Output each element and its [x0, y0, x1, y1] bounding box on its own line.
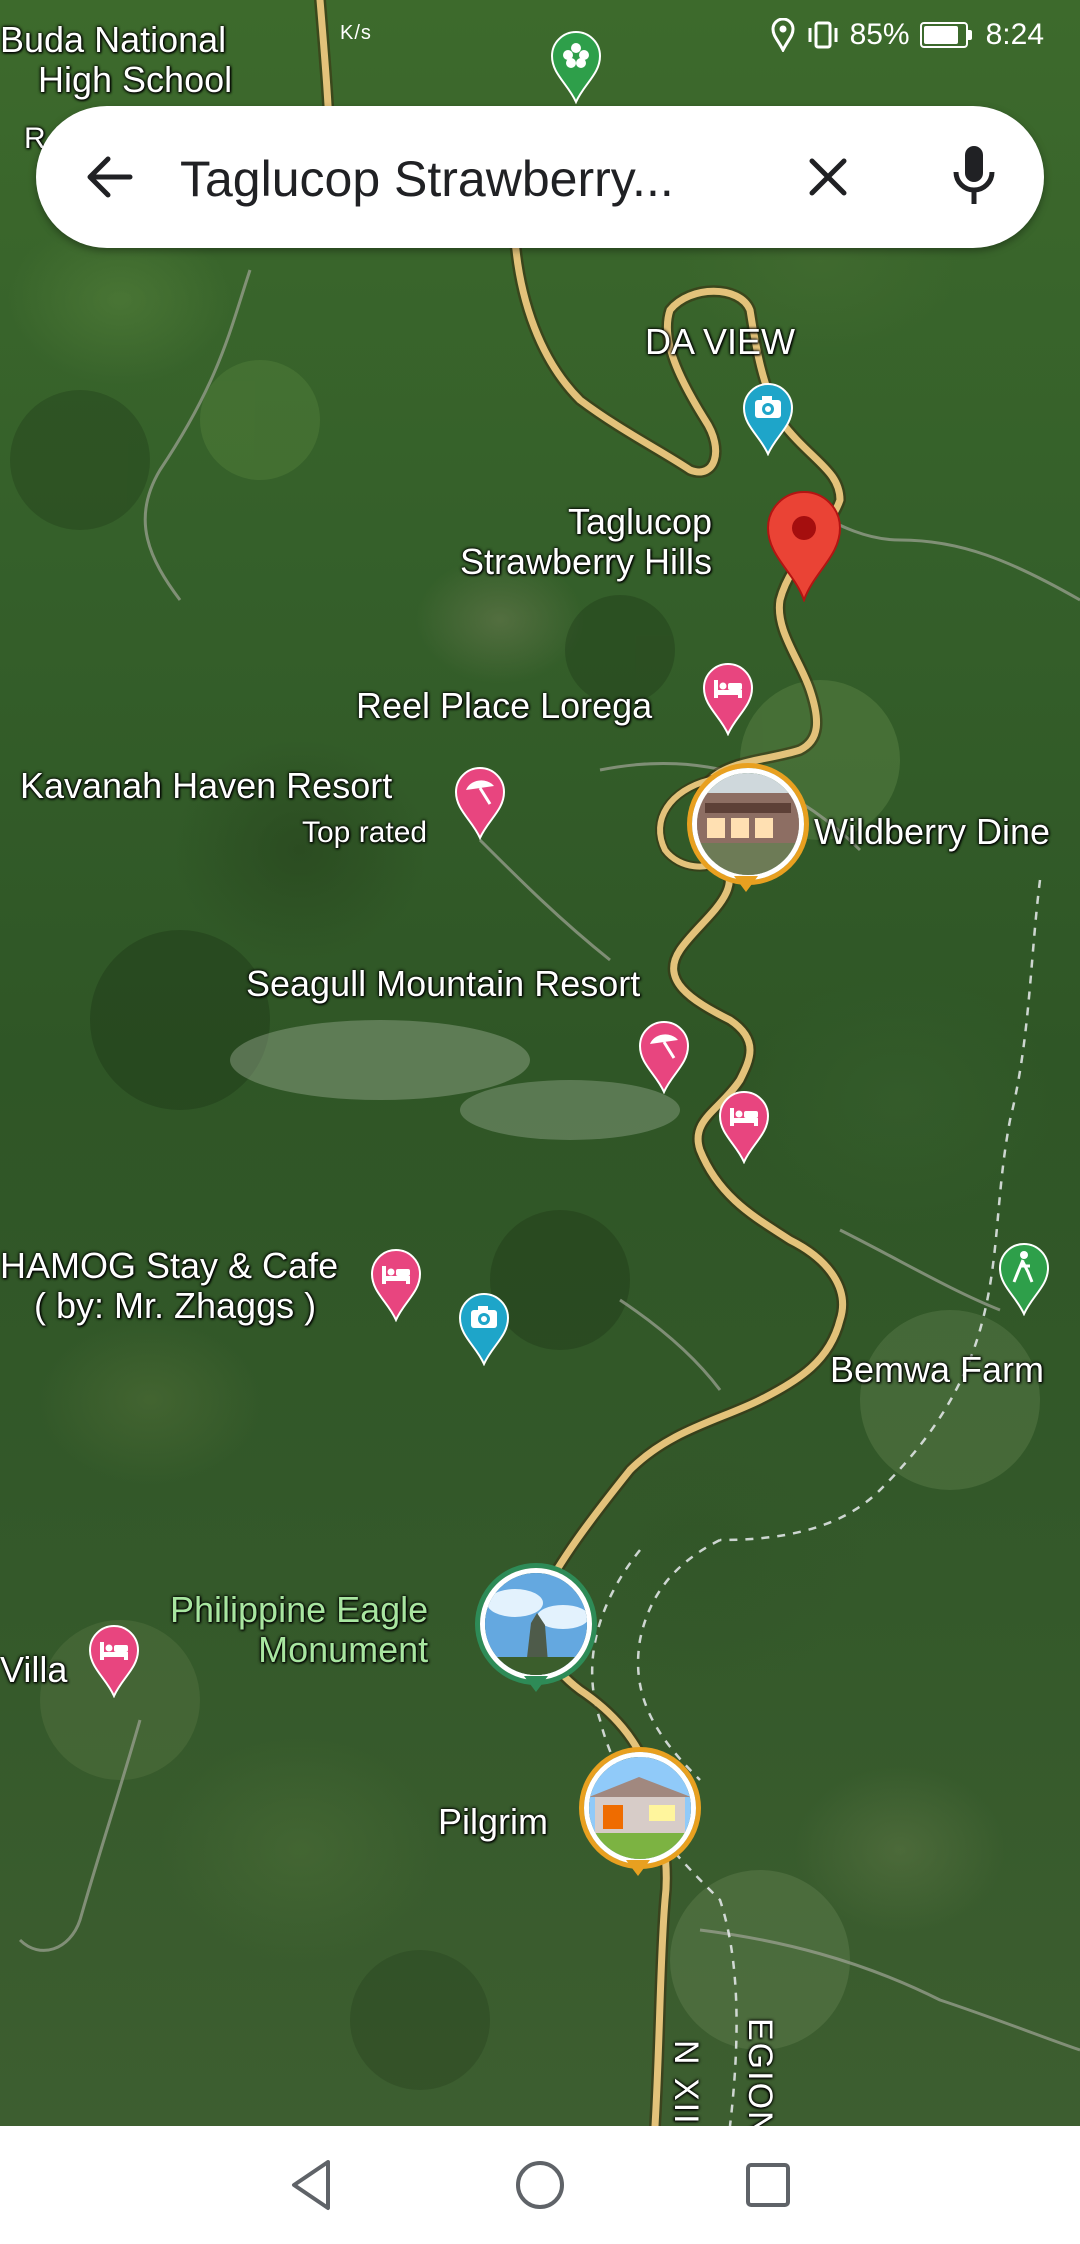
wildberry-pin-tail — [734, 876, 758, 892]
vibrate-icon — [808, 21, 838, 49]
clock: 8:24 — [985, 18, 1044, 51]
pilgrim-label[interactable]: Pilgrim — [438, 1802, 548, 1842]
hiking-pin-icon[interactable] — [996, 1240, 1052, 1316]
satellite-map[interactable]: Buda National High School R DA VIEW Tagl… — [0, 0, 1080, 2126]
da-view-label[interactable]: DA VIEW — [645, 322, 795, 362]
camera-pin-icon[interactable] — [740, 380, 796, 456]
hamog-line1: HAMOG Stay & Cafe — [0, 1245, 339, 1286]
wildberry-photo-pin[interactable] — [692, 768, 804, 880]
destination-pin-icon[interactable] — [764, 490, 844, 602]
taglucop-line2: Strawberry Hills — [460, 540, 713, 582]
resort-pin-icon[interactable] — [452, 764, 508, 840]
close-icon[interactable] — [798, 147, 858, 207]
search-query[interactable]: Taglucop Strawberry... — [180, 150, 674, 208]
back-arrow-icon[interactable] — [80, 147, 140, 207]
recents-nav-icon[interactable] — [740, 2156, 796, 2214]
restaurant-photo-icon — [697, 773, 799, 875]
location-icon — [771, 18, 795, 52]
eagle-monument-photo-pin[interactable] — [480, 1568, 592, 1680]
villa-label[interactable]: Villa — [0, 1650, 67, 1690]
status-right: 85% 8:24 — [770, 18, 1044, 52]
kavanah-label[interactable]: Kavanah Haven Resort — [20, 766, 392, 806]
wildberry-label[interactable]: Wildberry Dine — [814, 812, 1050, 852]
eagle-line1: Philippine Eagle — [170, 1589, 429, 1630]
search-bar[interactable]: Taglucop Strawberry... — [36, 106, 1044, 248]
pilgrim-pin-tail — [626, 1860, 650, 1876]
reel-place-label[interactable]: Reel Place Lorega — [356, 686, 652, 726]
taglucop-label[interactable]: Taglucop Strawberry Hills — [460, 502, 712, 581]
home-nav-icon[interactable] — [512, 2156, 568, 2214]
network-speed: K/s — [340, 22, 372, 44]
monument-photo-icon — [485, 1573, 587, 1675]
camera-pin-icon[interactable] — [456, 1290, 512, 1366]
eagle-line2: Monument — [258, 1628, 429, 1670]
eagle-pin-tail — [524, 1676, 548, 1692]
microphone-icon[interactable] — [944, 142, 1004, 212]
hotel-pin-icon[interactable] — [700, 660, 756, 736]
hotel-pin-icon[interactable] — [368, 1246, 424, 1322]
bemwa-farm-label[interactable]: Bemwa Farm — [830, 1350, 1044, 1390]
back-nav-icon[interactable] — [284, 2156, 340, 2214]
road-label-xii: N XII — [667, 2040, 705, 2126]
hamog-label[interactable]: HAMOG Stay & Cafe ( by: Mr. Zhaggs ) — [0, 1246, 338, 1325]
navigation-bar — [0, 2126, 1080, 2244]
seagull-label[interactable]: Seagull Mountain Resort — [246, 964, 640, 1004]
battery-icon — [919, 22, 972, 48]
battery-level — [923, 26, 958, 44]
cafe-photo-icon — [589, 1757, 691, 1859]
hotel-pin-icon[interactable] — [716, 1088, 772, 1164]
hamog-line2: ( by: Mr. Zhaggs ) — [34, 1284, 317, 1326]
taglucop-line1: Taglucop — [567, 501, 713, 542]
pilgrim-photo-pin[interactable] — [584, 1752, 696, 1864]
region-label: EGION — [741, 2018, 779, 2126]
kavanah-top-rated: Top rated — [302, 816, 428, 849]
battery-percent: 85% — [849, 18, 910, 51]
status-bar: K/s 85% 8:24 — [0, 0, 1080, 80]
hotel-pin-icon[interactable] — [86, 1622, 142, 1698]
eagle-monument-label[interactable]: Philippine Eagle Monument — [170, 1590, 428, 1669]
resort-pin-icon[interactable] — [636, 1018, 692, 1094]
